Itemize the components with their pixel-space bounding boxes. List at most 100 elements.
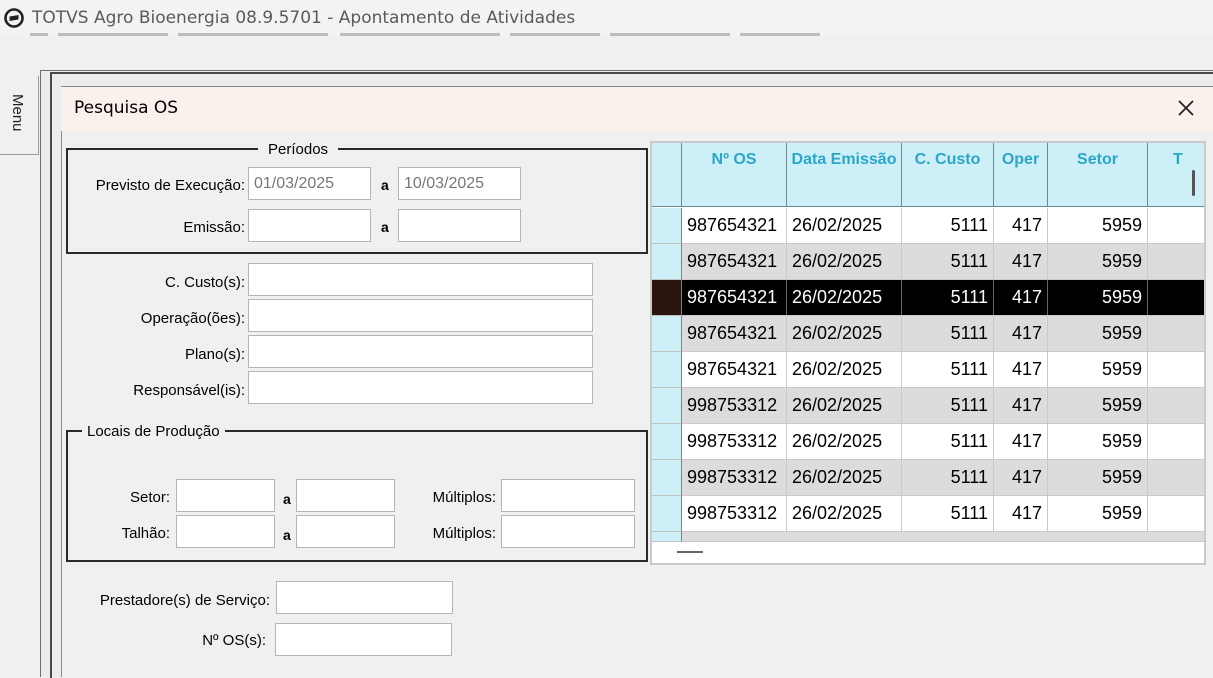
table-cell: 5111 xyxy=(902,424,994,459)
row-selector[interactable] xyxy=(652,388,682,424)
table-cell: 987654321 xyxy=(682,244,787,279)
column-header[interactable]: T xyxy=(1148,143,1204,207)
menu-tab[interactable]: Menu xyxy=(0,76,39,155)
table-cell: 26/02/2025 xyxy=(787,316,902,351)
column-header[interactable]: Nº OS xyxy=(682,143,787,207)
table-cell: 5959 xyxy=(1048,424,1148,459)
ccusto-label: C. Custo(s): xyxy=(164,274,245,291)
table-cell: 26/02/2025 xyxy=(787,352,902,387)
table-cell xyxy=(1148,208,1204,243)
table-cell: 5111 xyxy=(902,316,994,351)
table-cell: 417 xyxy=(994,352,1048,387)
talhao-from-field[interactable] xyxy=(176,515,275,548)
table-cell: 5111 xyxy=(902,208,994,243)
table-cell: 417 xyxy=(994,460,1048,495)
table-cell: 26/02/2025 xyxy=(787,280,902,315)
row-selector[interactable] xyxy=(652,496,682,532)
locais-legend: Locais de Produção xyxy=(82,423,225,440)
table-cell: 5111 xyxy=(902,352,994,387)
table-row[interactable]: 987654321 26/02/2025 5111 417 5959 xyxy=(682,352,1204,388)
setor-to-field[interactable] xyxy=(296,479,395,512)
vertical-scrollbar-thumb[interactable] xyxy=(1192,170,1195,196)
os-results-grid[interactable]: Nº OS Data Emissão C. Custo Oper Setor T 9876… xyxy=(650,141,1206,565)
table-row[interactable]: 987654321 26/02/2025 5111 417 5959 xyxy=(682,316,1204,352)
setor-from-field[interactable] xyxy=(176,479,275,512)
row-selector[interactable] xyxy=(652,532,682,542)
column-header[interactable]: Setor xyxy=(1048,143,1148,207)
table-cell: 5959 xyxy=(1048,352,1148,387)
talhao-to-field[interactable] xyxy=(296,515,395,548)
table-cell: 5111 xyxy=(902,460,994,495)
row-selector[interactable] xyxy=(652,208,682,244)
table-cell: 5111 xyxy=(902,496,994,531)
nos-field[interactable] xyxy=(275,623,452,656)
setor-multiplos-field[interactable] xyxy=(501,479,635,512)
range-a: a xyxy=(283,527,291,543)
previsto-from-field[interactable] xyxy=(248,167,371,200)
row-selector[interactable] xyxy=(652,280,682,316)
table-row[interactable]: 998753312 26/02/2025 5111 417 5959 xyxy=(682,388,1204,424)
table-cell: 26/02/2025 xyxy=(787,244,902,279)
range-a: a xyxy=(283,491,291,507)
plano-field[interactable] xyxy=(248,335,593,368)
previsto-to-field[interactable] xyxy=(398,167,521,200)
table-cell: 987654321 xyxy=(682,208,787,243)
column-header[interactable]: C. Custo xyxy=(902,143,994,207)
operacao-label: Operação(ões): xyxy=(140,310,245,327)
table-cell: 417 xyxy=(994,496,1048,531)
talhao-label: Talhão: xyxy=(121,525,170,542)
table-row[interactable]: 998753312 26/02/2025 5111 417 5959 xyxy=(682,424,1204,460)
table-cell: 26/02/2025 xyxy=(787,208,902,243)
dialog-titlebar xyxy=(61,87,1213,131)
table-cell: 26/02/2025 xyxy=(787,388,902,423)
totvs-logo-icon xyxy=(4,8,24,28)
table-cell: 998753312 xyxy=(682,388,787,423)
table-row[interactable]: 987654321 26/02/2025 5111 417 5959 xyxy=(682,208,1204,244)
table-cell xyxy=(1148,352,1204,387)
emissao-from-field[interactable] xyxy=(248,209,371,242)
table-cell: 987654321 xyxy=(682,352,787,387)
range-a: a xyxy=(381,177,389,193)
responsavel-label: Responsável(is): xyxy=(133,382,245,399)
dialog-title: Pesquisa OS xyxy=(74,98,179,118)
table-cell: 26/02/2025 xyxy=(787,460,902,495)
table-row[interactable]: 998753312 26/02/2025 5111 417 5959 xyxy=(682,460,1204,496)
table-cell: 417 xyxy=(994,388,1048,423)
table-cell: 998753312 xyxy=(682,496,787,531)
emissao-to-field[interactable] xyxy=(398,209,521,242)
plano-label: Plano(s): xyxy=(184,346,245,363)
table-cell: 987654321 xyxy=(682,316,787,351)
talhao-multiplos-field[interactable] xyxy=(501,515,635,548)
table-cell: 26/02/2025 xyxy=(787,424,902,459)
ccusto-field[interactable] xyxy=(248,263,593,296)
table-cell xyxy=(1148,460,1204,495)
table-row[interactable]: 998753312 26/02/2025 5111 417 5959 xyxy=(682,496,1204,532)
table-cell: 417 xyxy=(994,244,1048,279)
table-cell: 5959 xyxy=(1048,460,1148,495)
operacao-field[interactable] xyxy=(248,299,593,332)
horizontal-scrollbar-thumb[interactable] xyxy=(677,551,703,553)
table-row[interactable] xyxy=(682,532,1204,542)
table-cell: 417 xyxy=(994,424,1048,459)
column-header[interactable]: Data Emissão xyxy=(787,143,902,207)
prestadores-field[interactable] xyxy=(276,581,453,614)
table-row[interactable]: 987654321 26/02/2025 5111 417 5959 xyxy=(682,280,1204,316)
row-selector[interactable] xyxy=(652,460,682,496)
column-header[interactable]: Oper xyxy=(994,143,1048,207)
close-icon[interactable] xyxy=(1168,94,1204,124)
row-selector[interactable] xyxy=(652,244,682,280)
table-row[interactable]: 987654321 26/02/2025 5111 417 5959 xyxy=(682,244,1204,280)
table-cell: 5959 xyxy=(1048,208,1148,243)
emissao-label: Emissão: xyxy=(183,219,245,236)
row-selector[interactable] xyxy=(652,424,682,460)
table-cell: 26/02/2025 xyxy=(787,496,902,531)
row-selector[interactable] xyxy=(652,316,682,352)
menu-label: Menu xyxy=(9,94,26,132)
table-cell xyxy=(1148,316,1204,351)
table-cell: 5111 xyxy=(902,244,994,279)
table-cell xyxy=(1148,244,1204,279)
row-selector[interactable] xyxy=(652,352,682,388)
periodos-legend: Períodos xyxy=(258,141,339,158)
responsavel-field[interactable] xyxy=(248,371,593,404)
window-title: TOTVS Agro Bioenergia 08.9.5701 - Aponta… xyxy=(32,8,576,28)
